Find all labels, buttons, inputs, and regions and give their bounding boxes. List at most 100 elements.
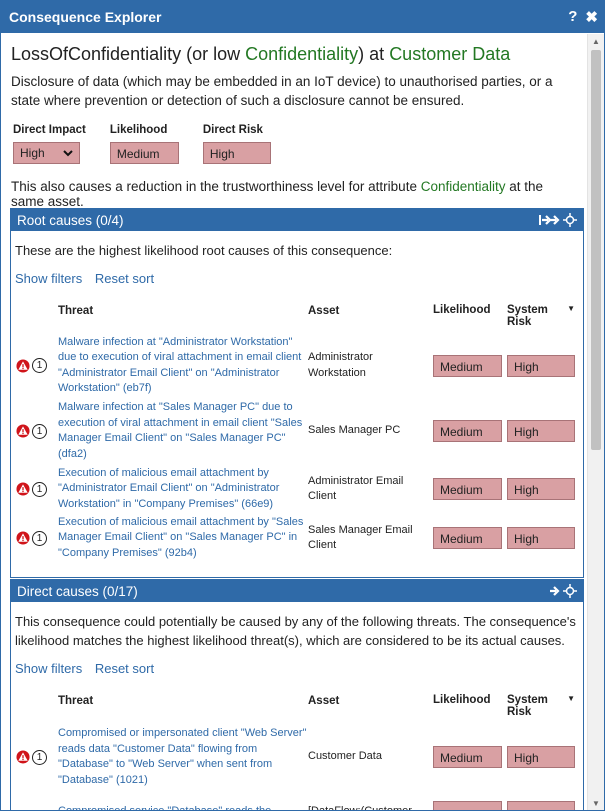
row-status-icons: 1: [15, 530, 58, 546]
window-titlebar[interactable]: Consequence Explorer ? ✖: [1, 1, 604, 33]
root-causes-header[interactable]: Root causes (0/4): [11, 209, 583, 231]
direct-causes-panel: Direct causes (0/17) This consequence co…: [10, 579, 584, 810]
title-mid: ) at: [358, 44, 390, 64]
col-asset[interactable]: Asset: [308, 304, 433, 328]
likelihood-value: [433, 801, 502, 810]
root-causes-table-header: Threat Asset Likelihood System Risk ▼: [15, 304, 579, 328]
direct-causes-header[interactable]: Direct causes (0/17): [11, 580, 583, 602]
table-row[interactable]: 1 Compromised or impersonated client "Web…: [15, 722, 579, 792]
row-status-icons: 1: [15, 358, 58, 373]
title-asset-link[interactable]: Customer Data: [389, 44, 510, 64]
asset-cell: Administrator Email Client: [308, 474, 404, 503]
chevron-down-icon: [63, 149, 73, 156]
direct-impact-label: Direct Impact: [13, 124, 86, 136]
warning-icon: [16, 424, 30, 438]
root-cause-graph-icon[interactable]: [539, 213, 577, 227]
likelihood-value: Medium: [433, 478, 502, 500]
col-system-risk-label: System Risk: [507, 694, 548, 718]
direct-causes-intro: This consequence could potentially be ca…: [15, 614, 576, 648]
warning-icon: [16, 482, 30, 496]
direct-causes-title: Direct causes (0/17): [17, 583, 138, 599]
asset-cell: Sales Manager PC: [308, 424, 401, 437]
system-risk-value: High: [507, 478, 575, 500]
row-status-icons: 1: [15, 749, 58, 765]
scroll-down-icon[interactable]: ▼: [588, 796, 604, 810]
col-likelihood[interactable]: Likelihood: [433, 304, 507, 328]
direct-causes-table-header: Threat Asset Likelihood System Risk ▼: [15, 694, 579, 718]
asset-cell: Administrator Workstation: [308, 351, 373, 379]
warning-icon: [16, 750, 30, 764]
root-causes-title: Root causes (0/4): [17, 212, 124, 228]
system-risk-value: High: [507, 746, 575, 768]
direct-cause-graph-icon[interactable]: [549, 584, 577, 598]
table-row[interactable]: 1 Malware infection at "Administrator Wor…: [15, 332, 579, 399]
show-filters-link[interactable]: Show filters: [15, 661, 82, 676]
threat-link[interactable]: Malware infection at "Administrator Work…: [58, 335, 308, 397]
col-likelihood[interactable]: Likelihood: [433, 694, 507, 718]
scrollbar-thumb[interactable]: [591, 50, 601, 450]
note-prefix: This also causes a reduction in the trus…: [11, 179, 421, 194]
root-causes-panel: Root causes (0/4) These are the highest …: [10, 208, 584, 578]
title-prefix: LossOfConfidentiality (or low: [11, 44, 246, 64]
col-asset[interactable]: Asset: [308, 694, 433, 718]
direct-risk-label: Direct Risk: [202, 124, 263, 136]
row-status-icons: 1: [15, 423, 58, 439]
sort-desc-icon: ▼: [567, 304, 575, 313]
table-row[interactable]: 1 Execution of malicious email attachment…: [15, 463, 579, 515]
note-attribute-link[interactable]: Confidentiality: [421, 179, 506, 194]
table-row[interactable]: 1 Execution of malicious email attachment…: [15, 515, 579, 561]
likelihood-value: Medium: [433, 354, 502, 377]
root-causes-intro: These are the highest likelihood root ca…: [15, 243, 393, 258]
threat-link[interactable]: Execution of malicious email attachment …: [58, 466, 308, 513]
root-cause-count-badge: 1: [32, 358, 47, 373]
reset-sort-link[interactable]: Reset sort: [95, 271, 154, 286]
col-system-risk-label: System Risk: [507, 304, 548, 328]
show-filters-link[interactable]: Show filters: [15, 271, 82, 286]
table-row[interactable]: 1 Malware infection at "Sales Manager PC"…: [15, 399, 579, 463]
col-system-risk[interactable]: System Risk ▼: [507, 304, 575, 328]
root-cause-count-badge: 1: [32, 423, 47, 439]
root-cause-count-badge: 1: [32, 530, 47, 546]
likelihood-value: Medium: [433, 746, 502, 768]
question-icon[interactable]: ?: [568, 8, 577, 26]
likelihood: Likelihood Medium: [109, 124, 179, 164]
direct-impact: Direct Impact High: [13, 124, 86, 164]
likelihood-label: Likelihood: [109, 124, 168, 136]
consequence-title: LossOfConfidentiality (or low Confidenti…: [11, 44, 587, 65]
consequence-description: Disclosure of data (which may be embedde…: [11, 74, 553, 108]
threat-link[interactable]: Malware infection at "Sales Manager PC" …: [58, 400, 308, 462]
asset-cell: Sales Manager Email Client: [308, 523, 413, 552]
root-cause-count-badge: 1: [32, 749, 47, 765]
window-title: Consequence Explorer: [9, 9, 162, 25]
consequence-explorer-window: Consequence Explorer ? ✖ LossOfConfident…: [0, 0, 605, 811]
warning-icon: [16, 531, 30, 545]
table-row[interactable]: Compromised service "Database" reads the…: [15, 792, 579, 810]
direct-risk: Direct Risk High: [202, 124, 271, 164]
threat-link[interactable]: Compromised service "Database" reads the: [58, 804, 308, 810]
threat-link[interactable]: Execution of malicious email attachment …: [58, 515, 308, 562]
system-risk-value: High: [507, 354, 575, 377]
direct-risk-value: High: [202, 142, 271, 164]
threat-link[interactable]: Compromised or impersonated client "Web …: [58, 726, 308, 788]
close-icon[interactable]: ✖: [585, 8, 598, 26]
direct-impact-value: High: [20, 146, 45, 160]
metrics-row: Direct Impact High Likelihood Medium Dir…: [13, 124, 587, 164]
system-risk-value: High: [507, 420, 575, 442]
reset-sort-link[interactable]: Reset sort: [95, 661, 154, 676]
asset-cell: Customer Data: [308, 750, 382, 763]
scroll-up-icon[interactable]: ▲: [588, 34, 604, 48]
direct-impact-select[interactable]: High: [13, 142, 80, 164]
col-system-risk[interactable]: System Risk ▼: [507, 694, 575, 718]
warning-icon: [16, 358, 30, 373]
likelihood-value: Medium: [433, 420, 502, 442]
title-attribute-link[interactable]: Confidentiality: [245, 44, 358, 64]
col-threat[interactable]: Threat: [58, 694, 308, 718]
system-risk-value: [507, 801, 575, 810]
col-threat[interactable]: Threat: [58, 304, 308, 328]
asset-cell: [DataFlow:(Customer: [308, 804, 433, 810]
vertical-scrollbar[interactable]: ▲ ▼: [587, 34, 604, 810]
system-risk-value: High: [507, 527, 575, 549]
root-cause-count-badge: 1: [32, 481, 47, 497]
likelihood-value: Medium: [109, 142, 179, 164]
sort-desc-icon: ▼: [567, 694, 575, 703]
